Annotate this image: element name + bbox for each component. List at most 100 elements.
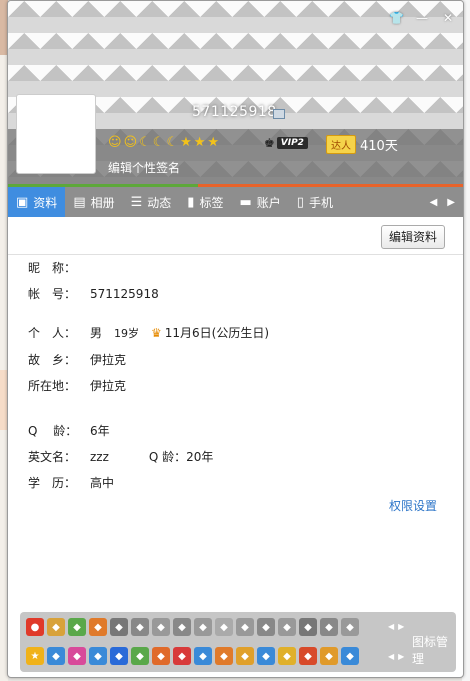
chevron-left-icon[interactable]: ◀: [388, 652, 394, 661]
service-icon[interactable]: ◆: [152, 618, 170, 636]
location-value: 伊拉克: [90, 379, 127, 393]
user-id: 571125918: [192, 104, 277, 120]
moon-level-icon: ☾: [139, 135, 151, 150]
level-icons[interactable]: ☺ ☺ ☾ ☾ ☾ ★ ★ ★: [108, 135, 219, 151]
service-icon[interactable]: ◆: [47, 618, 65, 636]
service-icon[interactable]: ◆: [68, 618, 86, 636]
profile-header: 👕 — ✕ 571125918 ☺ ☺ ☾ ☾ ☾ ★ ★ ★ ♚ VIP2 达…: [8, 1, 463, 187]
location-label: 所在地：: [28, 379, 77, 393]
service-icon[interactable]: ◆: [89, 647, 107, 665]
icon-row-2: ★ ◆ ◆ ◆ ◆ ◆ ◆ ◆ ◆ ◆ ◆ ◆ ◆ ◆ ◆ ◆: [26, 647, 359, 665]
service-icon[interactable]: ◆: [257, 618, 275, 636]
window-controls: 👕 — ✕: [389, 11, 455, 25]
chevron-right-icon[interactable]: ▶: [398, 652, 404, 661]
icon-bar: ● ◆ ◆ ◆ ◆ ◆ ◆ ◆ ◆ ◆ ◆ ◆ ◆ ◆ ◆ ◆ ◀ ▶ ★ ◆ …: [20, 612, 456, 672]
service-icon[interactable]: ◆: [110, 618, 128, 636]
shirt-icon[interactable]: 👕: [389, 11, 404, 25]
service-icon[interactable]: ◆: [194, 618, 212, 636]
chevron-right-icon[interactable]: ▶: [398, 622, 404, 631]
personal-label: 个 人：: [28, 326, 77, 340]
profile-window: 👕 — ✕ 571125918 ☺ ☺ ☾ ☾ ☾ ★ ★ ★ ♚ VIP2 达…: [7, 0, 464, 678]
tab-label: 标签: [199, 195, 224, 210]
signature-edit[interactable]: 编辑个性签名: [108, 159, 180, 176]
chevron-left-icon[interactable]: ◀: [388, 622, 394, 631]
edit-profile-button[interactable]: 编辑资料: [381, 225, 445, 249]
hometown-row: 故 乡： 伊拉克: [28, 351, 126, 368]
tab-label: 手机: [308, 195, 333, 210]
service-icon[interactable]: ◆: [320, 647, 338, 665]
tab-label: 账户: [256, 195, 281, 210]
service-icon[interactable]: ◆: [47, 647, 65, 665]
service-icon[interactable]: ◆: [131, 647, 149, 665]
chevron-left-icon[interactable]: ◀: [430, 197, 438, 208]
service-icon[interactable]: ◆: [131, 618, 149, 636]
tab-album[interactable]: ▤ 相册: [65, 187, 122, 217]
wallet-icon: ▬: [239, 194, 252, 210]
qq-penguin-icon[interactable]: ●: [26, 618, 44, 636]
service-icon[interactable]: ◆: [173, 647, 191, 665]
service-icon[interactable]: ◆: [194, 647, 212, 665]
tab-label: 资料: [33, 195, 58, 210]
tab-label: 动态: [147, 195, 172, 210]
service-icon[interactable]: ◆: [299, 647, 317, 665]
moon-level-icon: ☾: [152, 135, 165, 150]
tab-scroll: ◀ ▶: [430, 197, 463, 208]
english-name-value: zzz: [90, 449, 109, 464]
service-icon[interactable]: ◆: [341, 618, 359, 636]
service-icon[interactable]: ◆: [278, 618, 296, 636]
profile-tabs: ▣ 资料 ▤ 相册 ☰ 动态 ▮ 标签 ▬ 账户 ▯ 手机 ◀ ▶: [8, 187, 463, 217]
vip-level-label: VIP2: [276, 137, 308, 149]
nickname-row: 昵 称：: [28, 259, 90, 276]
daren-badge[interactable]: 达人 410天: [326, 135, 398, 154]
chevron-right-icon[interactable]: ▶: [447, 197, 455, 208]
photo-icon: ▤: [73, 194, 86, 210]
tab-feed[interactable]: ☰ 动态: [123, 187, 180, 217]
qage-secondary: Q 龄：20年: [148, 450, 214, 464]
service-icon[interactable]: ◆: [68, 647, 86, 665]
service-icon[interactable]: ◆: [110, 647, 128, 665]
service-icon[interactable]: ◆: [236, 618, 254, 636]
service-icon[interactable]: ◆: [278, 647, 296, 665]
service-icon[interactable]: ◆: [257, 647, 275, 665]
tab-account[interactable]: ▬ 账户: [231, 187, 288, 217]
service-icon[interactable]: ◆: [215, 618, 233, 636]
star-level-icon: ★: [207, 135, 220, 150]
tab-tags[interactable]: ▮ 标签: [179, 187, 231, 217]
daren-days: 410天: [360, 139, 398, 154]
vip-crown-icon: ♚: [264, 136, 275, 150]
service-icon[interactable]: ◆: [320, 618, 338, 636]
english-name-label: 英文名：: [28, 450, 77, 464]
icon-row-2-arrows: ◀ ▶: [388, 652, 404, 661]
tab-profile[interactable]: ▣ 资料: [8, 187, 66, 217]
vip-badge[interactable]: ♚ VIP2: [264, 136, 308, 150]
icon-row-1-arrows: ◀ ▶: [388, 622, 404, 631]
tab-phone[interactable]: ▯ 手机: [289, 187, 341, 217]
service-icon[interactable]: ◆: [89, 618, 107, 636]
permission-settings-link[interactable]: 权限设置: [389, 497, 437, 514]
phone-icon: ▯: [296, 194, 304, 210]
service-icon[interactable]: ◆: [236, 647, 254, 665]
star-level-icon: ★: [180, 135, 192, 150]
english-name-row: 英文名： zzz Q 龄：20年: [28, 448, 213, 465]
star-level-icon: ★: [193, 135, 206, 150]
edit-remark-icon[interactable]: [273, 109, 285, 119]
service-icon[interactable]: ★: [26, 647, 44, 665]
service-icon[interactable]: ◆: [215, 647, 233, 665]
birthday-crown-icon: ♛: [151, 325, 162, 340]
icon-manager-link[interactable]: 图标管理: [412, 633, 456, 667]
qage-value: 6年: [90, 424, 110, 438]
bookmark-icon: ▮: [187, 194, 195, 210]
minimize-icon[interactable]: —: [415, 11, 429, 25]
service-icon[interactable]: ◆: [341, 647, 359, 665]
location-row: 所在地： 伊拉克: [28, 377, 126, 394]
avatar[interactable]: [16, 94, 96, 174]
service-icon[interactable]: ◆: [152, 647, 170, 665]
close-icon[interactable]: ✕: [441, 11, 455, 25]
personal-row: 个 人： 男 19岁 ♛ 11月6日(公历生日): [28, 324, 269, 341]
sun-level-icon: ☺: [123, 135, 138, 150]
gender-value: 男: [90, 326, 103, 340]
service-icon[interactable]: ◆: [173, 618, 191, 636]
account-value: 571125918: [90, 286, 159, 301]
hometown-value: 伊拉克: [90, 353, 127, 367]
service-icon[interactable]: ◆: [299, 618, 317, 636]
